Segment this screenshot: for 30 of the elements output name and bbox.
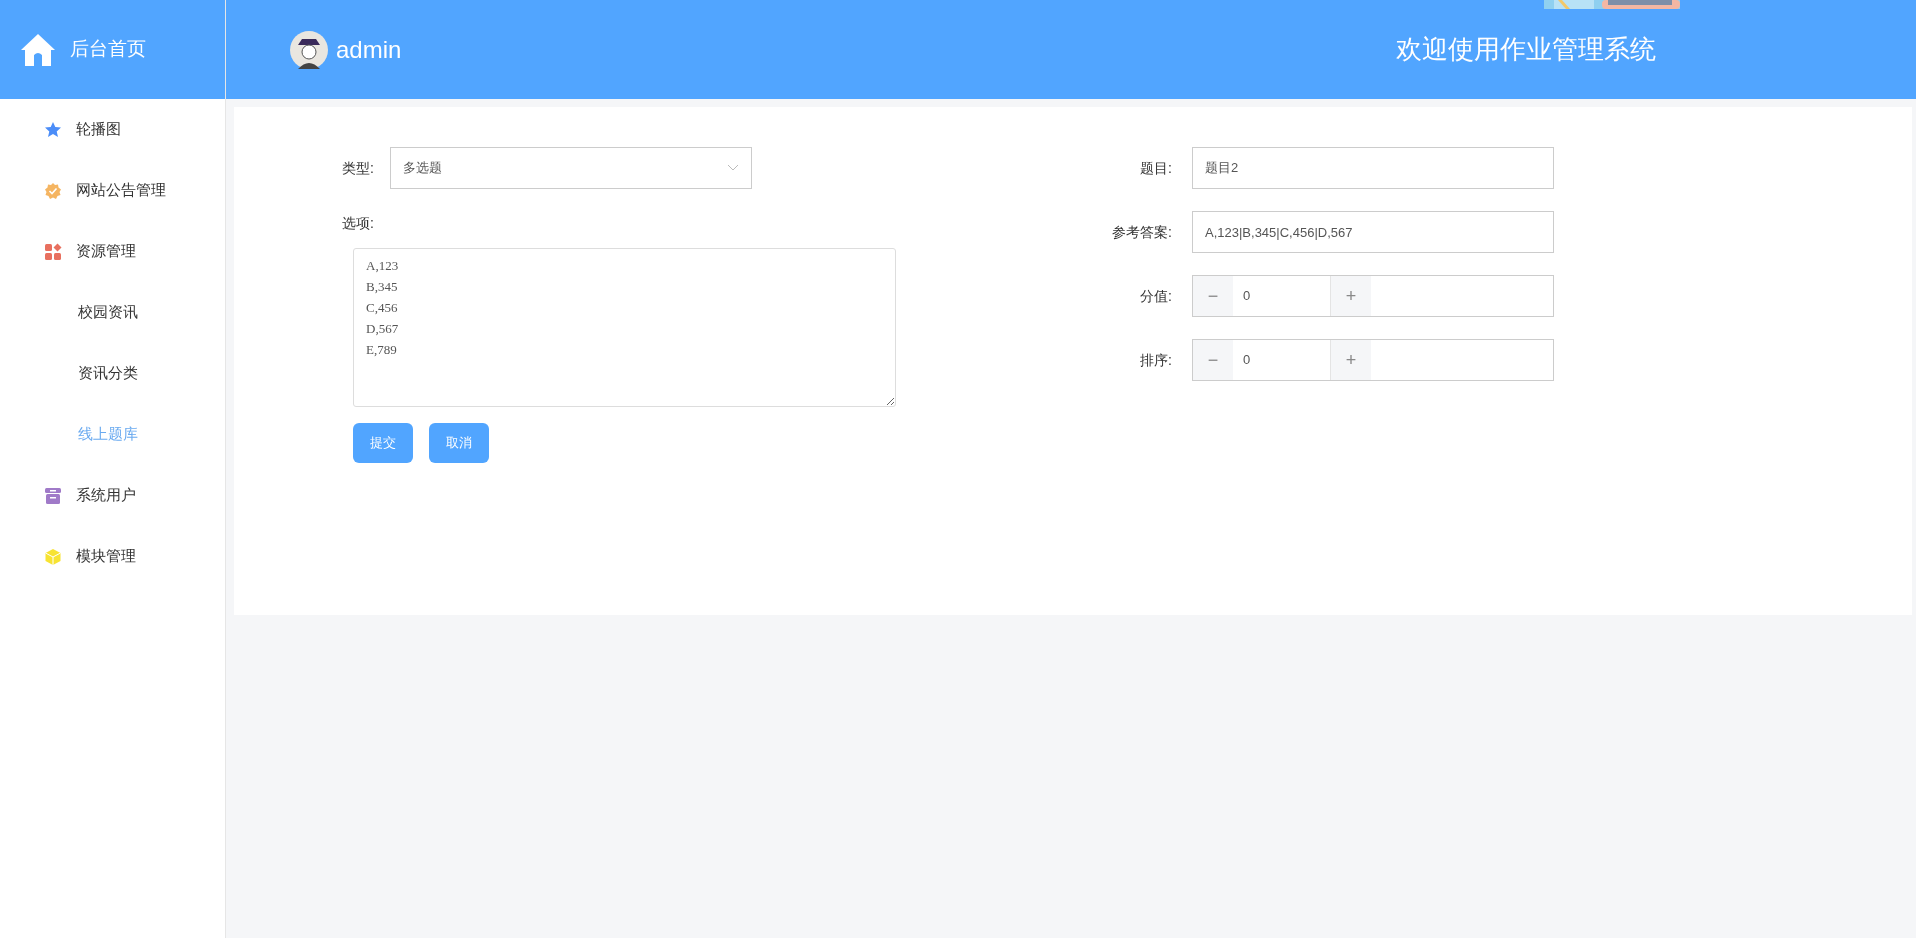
home-icon[interactable] [20,32,56,67]
menu-item[interactable]: 资讯分类 [0,343,225,404]
field-label: 参考答案: [1111,222,1172,242]
grid-icon [44,242,62,261]
star-icon [44,120,62,139]
number-stepper[interactable]: − 0 + [1192,339,1554,381]
archive-icon [44,486,62,505]
menu-item[interactable]: 网站公告管理 [0,160,225,221]
text-input[interactable]: A,123|B,345|C,456|D,567 [1192,211,1554,253]
menu-item[interactable]: 系统用户 [0,465,225,526]
avatar[interactable] [290,30,328,69]
type-select[interactable]: 多选题 [389,147,752,189]
header-title: 欢迎使用作业管理系统 [1396,33,1656,66]
text-input[interactable]: 题目2 [1192,147,1554,189]
field-label: 分值: [1139,286,1172,306]
field-label: 排序: [1139,350,1172,370]
field-label: 选项: [342,214,375,233]
menu-item[interactable]: 轮播图 [0,99,225,160]
badge-icon [44,181,62,200]
field-label: 类型: [342,158,374,178]
menu-item[interactable]: 模块管理 [0,526,225,587]
number-stepper[interactable]: − 0 + [1192,275,1554,317]
cube-icon [44,547,62,566]
chevron-down-icon [726,164,739,172]
decrement-button[interactable]: − [1193,276,1233,316]
decrement-button[interactable]: − [1193,340,1233,380]
menu-item[interactable]: 校园资讯 [0,282,225,343]
field-label: 题目: [1139,158,1172,178]
options-textarea[interactable]: A,123 B,345 C,456 D,567 E,789 [353,248,896,407]
menu-item[interactable]: 资源管理 [0,221,225,282]
